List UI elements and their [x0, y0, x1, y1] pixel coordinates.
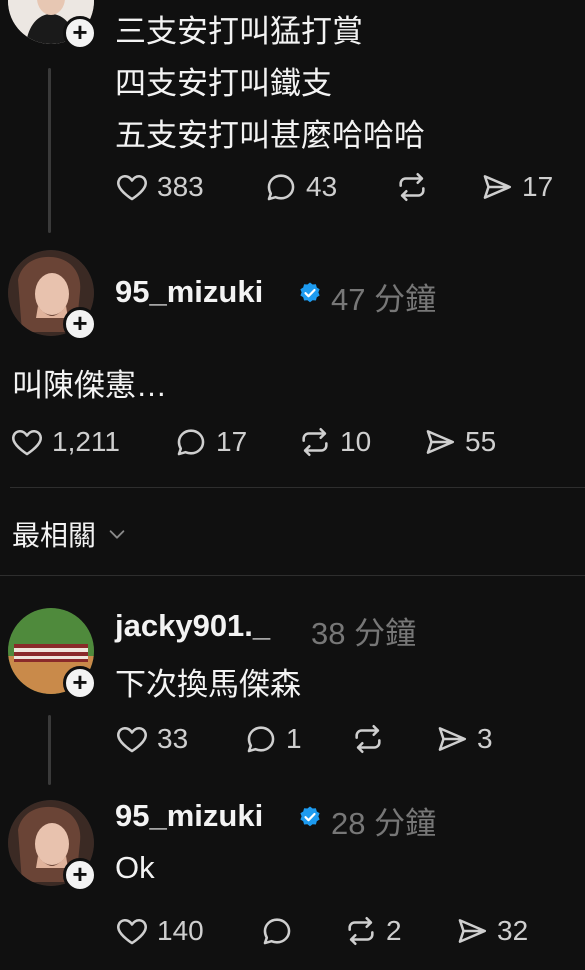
reply-button[interactable]: 1	[244, 722, 302, 756]
repost-count: 10	[340, 426, 372, 457]
reply-icon	[244, 722, 278, 756]
post-line: 三支安打叫猛打賞	[115, 14, 363, 49]
repost-icon	[395, 170, 429, 204]
heart-icon	[115, 722, 149, 756]
reply-button[interactable]	[260, 914, 294, 948]
like-button[interactable]: 140	[115, 914, 204, 948]
repost-icon	[351, 722, 385, 756]
reply-count: 17	[216, 426, 248, 457]
username[interactable]: 95_mizuki	[115, 798, 263, 834]
repost-button[interactable]	[351, 722, 385, 756]
like-count: 33	[157, 723, 189, 754]
repost-button[interactable]: 2	[344, 914, 402, 948]
reply-icon	[174, 425, 208, 459]
share-button[interactable]: 55	[423, 425, 496, 459]
post-line: 四支安打叫鐵支	[115, 66, 332, 101]
repost-count: 2	[386, 915, 402, 946]
reply-count: 43	[306, 171, 338, 202]
share-count: 32	[497, 915, 529, 946]
username[interactable]: 95_mizuki	[115, 274, 263, 310]
share-icon	[480, 170, 514, 204]
share-icon	[423, 425, 457, 459]
heart-icon	[115, 914, 149, 948]
verified-icon	[298, 805, 322, 829]
divider	[10, 487, 585, 488]
heart-icon	[10, 425, 44, 459]
like-count: 1,211	[52, 426, 120, 457]
follow-button[interactable]: +	[63, 666, 97, 700]
chevron-down-icon	[109, 530, 125, 539]
share-button[interactable]: 17	[480, 170, 553, 204]
share-count: 17	[522, 171, 554, 202]
follow-button[interactable]: +	[63, 16, 97, 50]
share-button[interactable]: 32	[455, 914, 528, 948]
timestamp: 38 分鐘	[311, 616, 417, 651]
timestamp: 28 分鐘	[331, 806, 437, 841]
repost-button[interactable]	[395, 170, 429, 204]
like-button[interactable]: 33	[115, 722, 188, 756]
repost-icon	[298, 425, 332, 459]
thread-line	[48, 68, 51, 233]
share-count: 55	[465, 426, 497, 457]
like-count: 383	[157, 171, 204, 202]
repost-icon	[344, 914, 378, 948]
reply-icon	[264, 170, 298, 204]
share-icon	[455, 914, 489, 948]
sort-dropdown[interactable]: 最相關	[12, 514, 128, 554]
username[interactable]: jacky901._	[115, 608, 270, 644]
reply-button[interactable]: 17	[174, 425, 247, 459]
reply-text: 叫陳傑憲…	[12, 368, 167, 403]
share-button[interactable]: 3	[435, 722, 493, 756]
post-line: 五支安打叫甚麼哈哈哈	[115, 118, 425, 153]
heart-icon	[115, 170, 149, 204]
share-count: 3	[477, 723, 493, 754]
thread-line	[48, 715, 51, 785]
reply-text: 下次換馬傑森	[115, 667, 301, 702]
reply-text: Ok	[115, 850, 155, 885]
sort-label: 最相關	[12, 520, 97, 551]
reply-button[interactable]: 43	[264, 170, 337, 204]
like-count: 140	[157, 915, 204, 946]
like-button[interactable]: 383	[115, 170, 204, 204]
share-icon	[435, 722, 469, 756]
divider	[0, 575, 585, 576]
reply-icon	[260, 914, 294, 948]
reply-count: 1	[286, 723, 302, 754]
timestamp: 47 分鐘	[331, 282, 437, 317]
verified-icon	[298, 281, 322, 305]
repost-button[interactable]: 10	[298, 425, 371, 459]
like-button[interactable]: 1,211	[10, 425, 120, 459]
follow-button[interactable]: +	[63, 307, 97, 341]
follow-button[interactable]: +	[63, 858, 97, 892]
